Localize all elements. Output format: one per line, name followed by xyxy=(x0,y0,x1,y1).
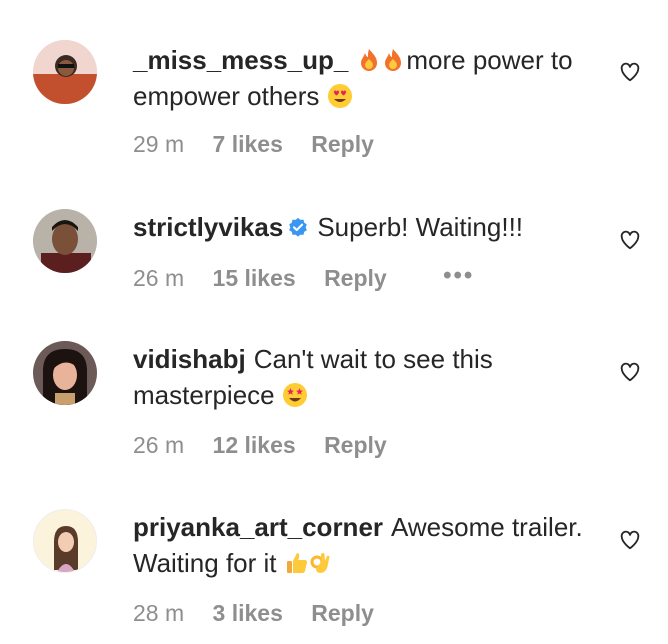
star-struck-emoji-icon xyxy=(282,381,308,407)
heart-outline-icon[interactable] xyxy=(619,361,641,383)
timestamp: 28 m xyxy=(133,600,185,626)
verified-badge-icon xyxy=(289,217,308,237)
heart-outline-icon[interactable] xyxy=(619,229,641,251)
heart-outline-icon[interactable] xyxy=(619,61,641,83)
comment-body: vidishabj Can't wait to see this masterpi… xyxy=(133,341,593,458)
avatar[interactable] xyxy=(33,209,97,273)
comment-body: _miss_mess_up_ more power to empower othe… xyxy=(133,42,593,157)
ok-hand-emoji-icon xyxy=(308,549,334,575)
comment-message: Superb! Waiting!!! xyxy=(317,212,524,242)
reply-button[interactable]: Reply xyxy=(311,131,374,157)
comment-text: strictlyvikas Superb! Waiting!!! xyxy=(133,209,593,245)
reply-button[interactable]: Reply xyxy=(324,265,387,291)
comment-meta: 26 m 12 likes Reply xyxy=(133,431,409,459)
fire-emoji-icon xyxy=(356,46,382,72)
comment-text: _miss_mess_up_ more power to empower othe… xyxy=(133,42,593,114)
reply-button[interactable]: Reply xyxy=(311,600,374,626)
timestamp: 26 m xyxy=(133,265,185,291)
username-link[interactable]: vidishabj xyxy=(133,344,246,374)
timestamp: 26 m xyxy=(133,432,185,458)
reply-button[interactable]: Reply xyxy=(324,432,387,458)
avatar[interactable] xyxy=(33,341,97,405)
username-link[interactable]: _miss_mess_up_ xyxy=(133,45,348,75)
comment-text: vidishabj Can't wait to see this masterpi… xyxy=(133,341,593,413)
comment-meta: 29 m 7 likes Reply xyxy=(133,130,396,158)
more-options-icon[interactable]: ••• xyxy=(443,262,474,290)
avatar[interactable] xyxy=(33,509,97,573)
likes-count[interactable]: 3 likes xyxy=(213,600,283,626)
fire-emoji-icon xyxy=(380,46,406,72)
comment-body: priyanka_art_corner Awesome trailer. Wait… xyxy=(133,509,593,626)
likes-count[interactable]: 7 likes xyxy=(213,131,283,157)
heart-outline-icon[interactable] xyxy=(619,529,641,551)
username-link[interactable]: priyanka_art_corner xyxy=(133,512,383,542)
likes-count[interactable]: 12 likes xyxy=(213,432,296,458)
timestamp: 29 m xyxy=(133,131,185,157)
avatar[interactable] xyxy=(33,40,97,104)
comment-body: strictlyvikas Superb! Waiting!!! 26 m 15 … xyxy=(133,209,593,291)
comment-text: priyanka_art_corner Awesome trailer. Wait… xyxy=(133,509,593,581)
comment-meta: 26 m 15 likes Reply ••• xyxy=(133,262,496,294)
thumbs-up-emoji-icon xyxy=(284,549,310,575)
likes-count[interactable]: 15 likes xyxy=(213,265,296,291)
username-link[interactable]: strictlyvikas xyxy=(133,212,283,242)
heart-eyes-emoji-icon xyxy=(327,82,353,108)
comment-meta: 28 m 3 likes Reply xyxy=(133,599,396,627)
